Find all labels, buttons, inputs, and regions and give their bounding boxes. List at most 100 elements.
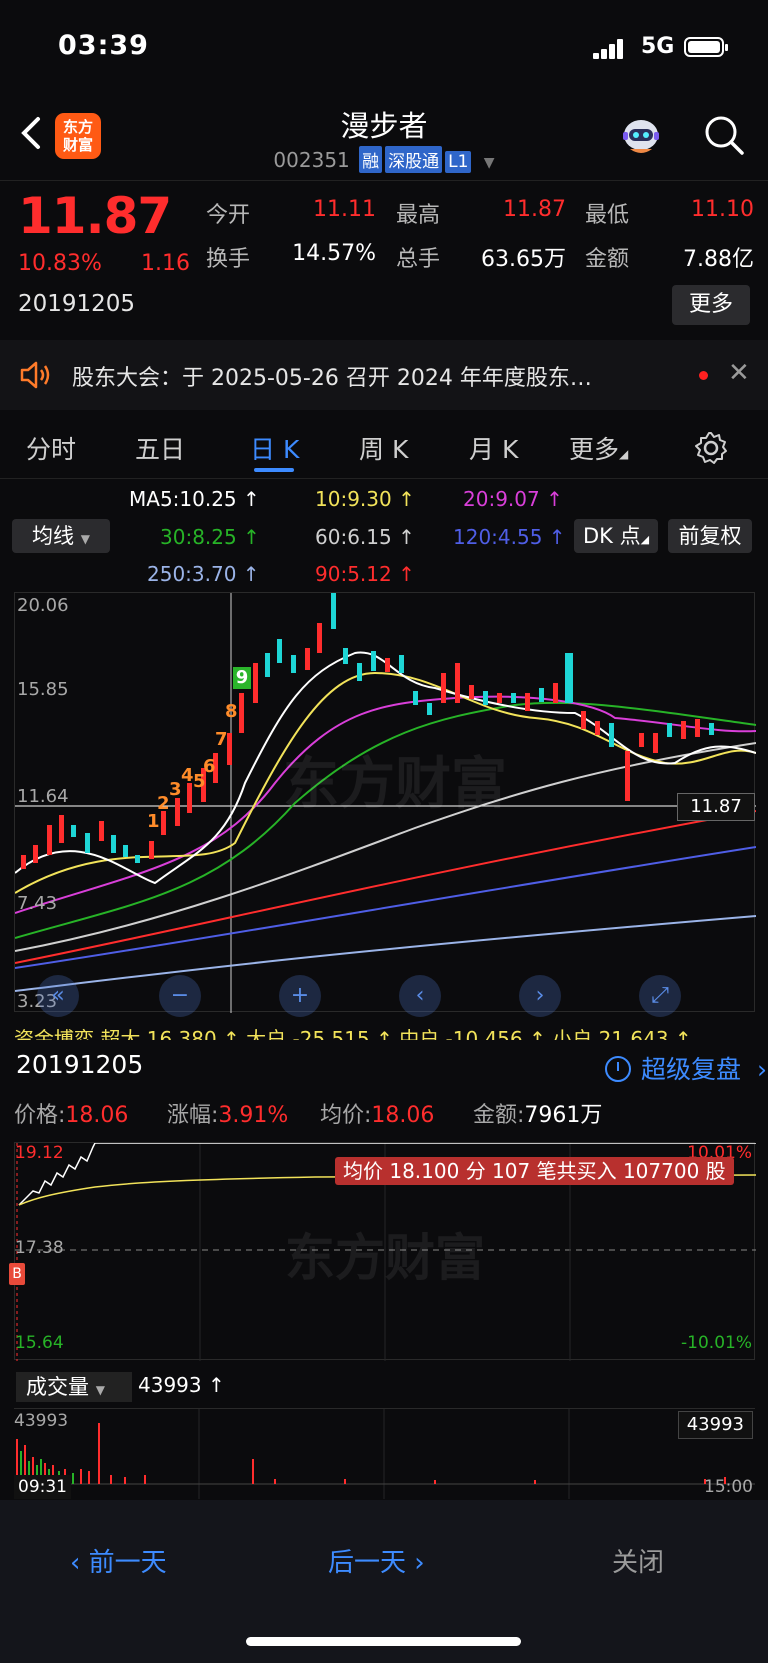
value-volume: 63.65万 — [481, 247, 566, 272]
tab-five-day[interactable]: 五日 — [135, 430, 185, 466]
tab-monthly-k[interactable]: 月 K — [469, 430, 518, 466]
last-price: 11.87 — [18, 187, 172, 245]
network-type: 5G — [641, 34, 675, 59]
active-tab-underline — [254, 468, 294, 472]
zoom-out-button[interactable]: − — [159, 975, 201, 1017]
vol-max-left: 43993 — [14, 1411, 69, 1431]
label-open: 今开 — [206, 203, 251, 228]
y-label-2: 15.85 — [17, 679, 69, 700]
label-turnover: 换手 — [206, 247, 251, 272]
avg-label: 均价: — [320, 1103, 372, 1128]
indicator-selector[interactable]: 均线 ▼ — [12, 519, 110, 553]
change-percent: 10.83% — [18, 251, 102, 276]
volume-chart[interactable]: 43993 43993 09:31 15:00 — [14, 1408, 755, 1499]
label-amount: 金额 — [585, 247, 630, 272]
super-replay-panel: 20191205 超级复盘 › 价格:18.06 涨幅:3.91% 均价:18.… — [0, 1040, 768, 1499]
quote-panel: 11.87 10.83% 1.16 20191205 今开 11.11 最高 1… — [0, 181, 768, 331]
replay-footer: ‹ 前一天 后一天 › 关闭 — [0, 1500, 768, 1663]
adjust-mode-button[interactable]: 前复权 — [668, 519, 752, 553]
replay-amount: 7961万 — [524, 1103, 603, 1128]
ma10-value: 10:9.30 ↑ — [315, 487, 415, 511]
stock-code: 002351 — [273, 148, 350, 172]
speaker-icon — [20, 361, 50, 389]
kline-chart[interactable]: 东方财富 1 2 3 4 5 6 7 8 9 20.06 15.85 11.64… — [14, 592, 756, 1017]
amount-label: 金额: — [473, 1103, 525, 1128]
zoom-in-button[interactable]: + — [279, 975, 321, 1017]
dk-point-button[interactable]: DK 点◢ — [574, 519, 658, 553]
notice-bar[interactable]: 股东大会：于 2025-05-26 召开 2024 年年度股东… ✕ — [0, 340, 768, 410]
more-quote-button[interactable]: 更多 — [672, 285, 750, 325]
value-amount: 7.88亿 — [683, 247, 754, 272]
count-label-1: 1 — [147, 811, 160, 832]
replay-avg: 18.06 — [371, 1103, 435, 1128]
clock: 03:39 — [58, 30, 149, 61]
tag-level: L1 — [445, 151, 472, 173]
intraday-pct-bot: -10.01% — [681, 1333, 752, 1353]
y-label-4: 7.43 — [17, 893, 58, 914]
home-indicator — [246, 1637, 521, 1646]
intraday-chart[interactable]: 东方财富 19.12 17.38 15.64 10.01% -10.01% 均价… — [9, 1142, 756, 1361]
tab-weekly-k[interactable]: 周 K — [359, 430, 408, 466]
scroll-left-fast-button[interactable]: « — [37, 975, 79, 1017]
y-label-top: 20.06 — [17, 595, 69, 616]
quote-date: 20191205 — [18, 291, 136, 317]
close-button[interactable]: 关闭 — [612, 1542, 664, 1579]
pct-label: 涨幅: — [167, 1103, 219, 1128]
value-open: 11.11 — [313, 197, 376, 222]
vol-max-right: 43993 — [677, 1411, 753, 1439]
tag-margin: 融 — [359, 146, 383, 173]
tab-more[interactable]: 更多◢ — [569, 430, 628, 466]
ma20-value: 20:9.07 ↑ — [463, 487, 563, 511]
candlesticks — [21, 593, 714, 869]
ma120-value: 120:4.55 ↑ — [453, 525, 566, 549]
search-icon[interactable] — [702, 113, 746, 157]
replay-price: 18.06 — [65, 1103, 129, 1128]
fullscreen-expand-icon[interactable]: ⤢ — [639, 975, 681, 1017]
value-low: 11.10 — [691, 197, 754, 222]
last-price-tag: 11.87 — [677, 793, 755, 821]
next-day-button[interactable]: 后一天 › — [328, 1542, 425, 1579]
count-label-7: 7 — [215, 729, 228, 750]
tab-intraday[interactable]: 分时 — [26, 430, 76, 466]
ma90-value: 90:5.12 ↑ — [315, 562, 415, 586]
unread-dot — [699, 371, 708, 380]
ma60-value: 60:6.15 ↑ — [315, 525, 415, 549]
count-label-8: 8 — [225, 701, 238, 722]
intraday-y-top: 19.12 — [15, 1143, 64, 1163]
period-tabs: 分时 五日 日 K 周 K 月 K 更多◢ — [0, 418, 768, 479]
buy-marker[interactable]: B — [9, 1263, 25, 1285]
y-label-3: 11.64 — [17, 786, 69, 807]
settings-gear-icon[interactable] — [693, 430, 729, 466]
value-high: 11.87 — [503, 197, 566, 222]
scroll-left-button[interactable]: ‹ — [399, 975, 441, 1017]
label-high: 最高 — [396, 203, 441, 228]
volume-bars — [16, 1423, 726, 1484]
battery-icon — [684, 37, 728, 57]
ma30-line — [15, 701, 756, 939]
close-notice-icon[interactable]: ✕ — [728, 358, 750, 388]
watermark-2: 东方财富 — [285, 1229, 485, 1287]
scroll-right-button[interactable]: › — [519, 975, 561, 1017]
kline-svg: 东方财富 — [15, 593, 756, 1013]
status-bar: 03:39 5G — [0, 0, 768, 95]
time-end: 15:00 — [704, 1477, 753, 1497]
replay-date: 20191205 — [16, 1050, 144, 1079]
robot-assistant-icon[interactable] — [618, 113, 664, 159]
intraday-y-mid: 17.38 — [15, 1238, 64, 1258]
replay-pct: 3.91% — [218, 1103, 289, 1128]
price-label: 价格: — [14, 1103, 66, 1128]
super-replay-link[interactable]: 超级复盘 › — [605, 1050, 767, 1086]
volume-selector[interactable]: 成交量 ▼ — [16, 1372, 132, 1402]
count-label-9: 9 — [233, 667, 251, 689]
ma5-value: MA5:10.25 ↑ — [129, 487, 260, 511]
fund-flow-strip[interactable]: 资金博弈 超大 16,380 ↑ 大户 -25,515 ↑ 中户 -10,456… — [14, 1026, 755, 1040]
change-value: 1.16 — [141, 251, 190, 276]
tab-daily-k[interactable]: 日 K — [250, 430, 299, 466]
count-label-6: 6 — [203, 756, 216, 777]
signal-icon — [593, 39, 627, 59]
prev-day-button[interactable]: ‹ 前一天 — [70, 1542, 167, 1579]
time-start: 09:31 — [14, 1475, 71, 1499]
watermark: 东方财富 — [283, 752, 507, 817]
history-clock-icon — [605, 1056, 631, 1082]
dropdown-caret-icon: ▼ — [483, 155, 495, 171]
